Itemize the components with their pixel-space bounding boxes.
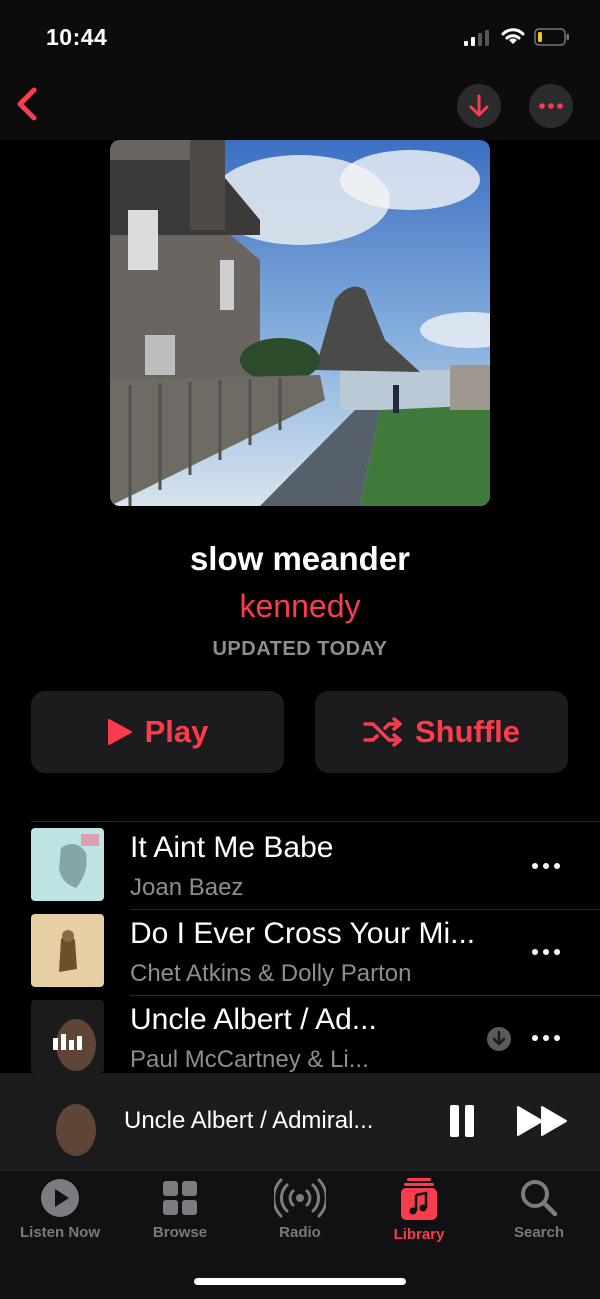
tab-label: Radio (279, 1224, 321, 1241)
tab-browse[interactable]: Browse (120, 1178, 240, 1248)
now-playing-title: Uncle Albert / Admiral... (124, 1107, 374, 1134)
track-artwork (31, 1000, 104, 1073)
play-circle-icon (41, 1179, 79, 1217)
play-button-label: Play (144, 714, 209, 749)
search-icon (521, 1180, 558, 1217)
shuffle-button[interactable]: Shuffle (315, 691, 568, 773)
track-row[interactable]: Do I Ever Cross Your Mi... Chet Atkins &… (0, 909, 600, 995)
track-more-button[interactable] (532, 942, 568, 962)
track-more-button[interactable] (532, 856, 568, 876)
ellipsis-icon (539, 103, 563, 109)
header-background (0, 0, 600, 140)
home-indicator (194, 1278, 406, 1285)
downloaded-icon (487, 1027, 511, 1051)
track-title: It Aint Me Babe (130, 831, 334, 864)
download-arrow-icon (469, 94, 489, 117)
shuffle-button-label: Shuffle (414, 714, 521, 749)
track-artist: Joan Baez (130, 874, 244, 901)
track-artwork (31, 914, 104, 987)
tab-label: Library (393, 1226, 445, 1243)
tab-search[interactable]: Search (479, 1178, 599, 1248)
cellular-signal-icon (464, 30, 489, 46)
tab-library[interactable]: Library (359, 1178, 479, 1248)
playlist-artwork (110, 140, 490, 506)
radio-waves-icon (274, 1178, 326, 1218)
play-icon (107, 719, 132, 745)
divider (31, 821, 600, 822)
download-button[interactable] (457, 84, 501, 128)
wifi-icon (501, 28, 525, 44)
now-playing-artwork (31, 1085, 104, 1158)
shuffle-icon (363, 717, 402, 747)
tab-listen-now[interactable]: Listen Now (0, 1178, 120, 1248)
back-button[interactable] (14, 86, 40, 122)
track-artwork (31, 828, 104, 901)
battery-icon (534, 28, 569, 46)
playlist-title: slow meander (189, 540, 411, 577)
track-artist: Paul McCartney & Li... (130, 1046, 369, 1073)
play-button[interactable]: Play (31, 691, 284, 773)
track-artist: Chet Atkins & Dolly Parton (130, 960, 412, 987)
skip-forward-button[interactable] (516, 1105, 568, 1137)
track-title: Uncle Albert / Ad... (130, 1003, 377, 1036)
track-row[interactable]: Uncle Albert / Ad... Paul McCartney & Li… (0, 995, 600, 1081)
track-title: Do I Ever Cross Your Mi... (130, 917, 476, 950)
playlist-curator-link[interactable]: kennedy (0, 588, 600, 625)
more-options-button[interactable] (529, 84, 573, 128)
status-time: 10:44 (46, 24, 108, 50)
tab-label: Listen Now (19, 1224, 100, 1241)
pause-button[interactable] (448, 1104, 476, 1138)
updated-label: UPDATED TODAY (212, 638, 388, 660)
track-more-button[interactable] (532, 1028, 568, 1048)
tab-radio[interactable]: Radio (240, 1178, 360, 1248)
tab-label: Browse (152, 1224, 208, 1241)
grid-icon (163, 1181, 197, 1215)
tab-label: Search (513, 1224, 565, 1241)
track-row[interactable]: It Aint Me Babe Joan Baez (0, 823, 600, 909)
mini-player[interactable]: Uncle Albert / Admiral... (0, 1073, 600, 1170)
music-note-icon (401, 1178, 437, 1220)
